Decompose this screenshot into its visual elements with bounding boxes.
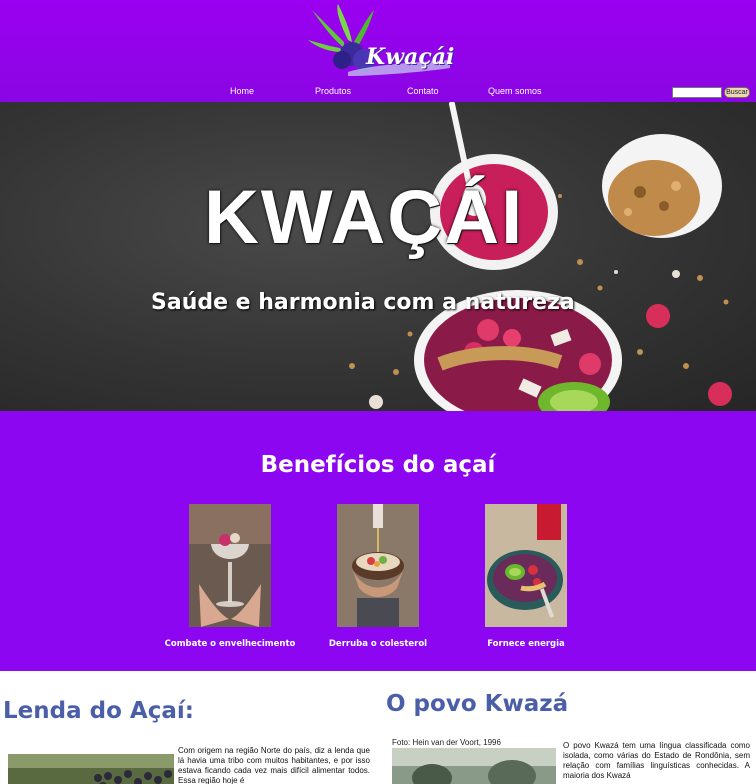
site-header: Kwaçái Home Produtos Contato Quem somos … — [0, 0, 756, 102]
kwaza-people-image — [392, 748, 556, 784]
hero-subtitle: Saúde e harmonia com a natureza — [151, 290, 575, 315]
nav-quem-somos[interactable]: Quem somos — [488, 86, 542, 96]
main-nav: Home Produtos Contato Quem somos — [0, 86, 756, 100]
benefit-image-cholesterol — [337, 504, 419, 627]
photo-credit: Foto: Hein van der Voort, 1996 — [392, 738, 501, 747]
search-input[interactable] — [672, 87, 722, 98]
benefit-caption-energy: Fornece energia — [487, 639, 565, 649]
hero-title: KWAÇÁI — [204, 175, 525, 260]
legend-text: Com origem na região Norte do país, diz … — [178, 746, 370, 784]
search-button[interactable]: Buscar — [724, 87, 750, 98]
brand-name: Kwaçái — [366, 44, 455, 70]
benefits-section: Benefícios do açaí Combate o envelhecime… — [0, 411, 756, 671]
nav-produtos[interactable]: Produtos — [315, 86, 351, 96]
povo-title: O povo Kwazá — [386, 691, 569, 717]
nav-contato[interactable]: Contato — [407, 86, 439, 96]
benefit-caption-cholesterol: Derruba o colesterol — [328, 639, 428, 649]
benefit-caption-aging: Combate o envelhecimento — [164, 639, 296, 649]
acai-berries-image — [8, 754, 174, 784]
info-section: Lenda do Açaí: O povo Kwazá Com origem n… — [0, 671, 756, 784]
nav-home[interactable]: Home — [230, 86, 254, 96]
benefit-image-energy — [485, 504, 567, 627]
benefits-title: Benefícios do açaí — [260, 452, 496, 478]
legend-title: Lenda do Açaí: — [3, 698, 194, 724]
hero-banner: KWAÇÁI Saúde e harmonia com a natureza — [0, 102, 756, 411]
povo-text: O povo Kwazá tem uma língua classificada… — [563, 741, 750, 780]
benefit-image-aging — [189, 504, 271, 627]
